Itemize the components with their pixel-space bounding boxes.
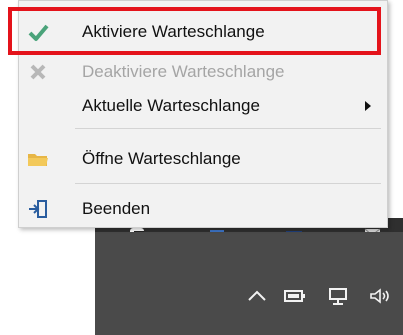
menu-item-current-queue[interactable]: Aktuelle Warteschlange — [19, 88, 387, 124]
battery-icon[interactable] — [283, 282, 307, 310]
menu-item-label: Öffne Warteschlange — [82, 149, 241, 168]
menu-item-label: Beenden — [82, 199, 151, 218]
menu-item-label: Aktiviere Warteschlange — [82, 22, 265, 41]
folder-icon — [27, 148, 49, 170]
network-icon[interactable] — [327, 282, 351, 310]
tray-context-menu: Aktiviere Warteschlange Deaktiviere Wart… — [18, 0, 388, 228]
x-icon — [27, 61, 49, 83]
submenu-arrow-icon — [365, 101, 371, 111]
chevron-up-icon[interactable] — [246, 282, 268, 310]
exit-icon — [27, 198, 49, 220]
menu-item-activate-queue[interactable]: Aktiviere Warteschlange — [19, 14, 387, 50]
menu-item-label: Deaktiviere Warteschlange — [82, 62, 285, 81]
menu-item-open-queue[interactable]: Öffne Warteschlange — [19, 141, 387, 177]
menu-separator — [75, 128, 381, 129]
volume-icon[interactable] — [368, 282, 396, 310]
menu-separator — [75, 183, 381, 184]
menu-item-label: Aktuelle Warteschlange — [82, 96, 260, 115]
check-icon — [27, 21, 49, 43]
menu-item-deactivate-queue[interactable]: Deaktiviere Warteschlange — [19, 54, 387, 90]
menu-item-exit[interactable]: Beenden — [19, 191, 387, 227]
